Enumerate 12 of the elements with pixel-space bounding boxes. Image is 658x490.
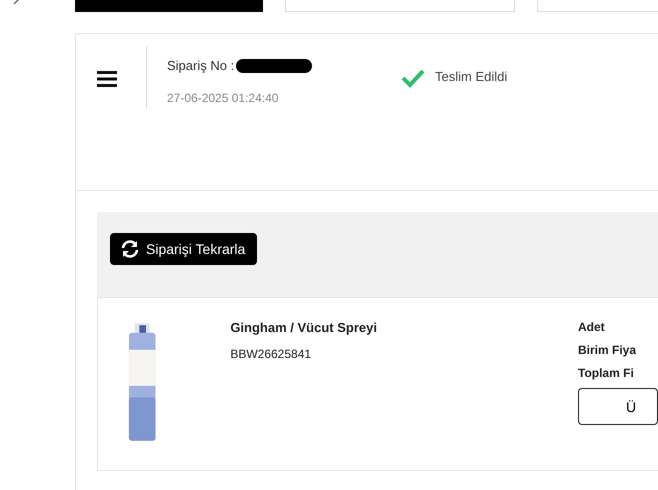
detail-label: Toplam Fi xyxy=(578,366,635,380)
menu-icon[interactable] xyxy=(97,71,117,87)
order-status: Teslim Edildi xyxy=(435,68,508,84)
order-date: 27-06-2025 01:24:40 xyxy=(167,91,280,105)
product-button[interactable]: Ü xyxy=(578,388,658,425)
product-name: Gingham / Vücut Spreyi xyxy=(230,320,378,335)
detail-label: Adet xyxy=(578,320,606,334)
reorder-button[interactable]: Siparişi Tekrarla xyxy=(110,233,258,265)
refresh-icon xyxy=(120,239,140,259)
order-number-label: Sipariş No : xyxy=(167,58,234,73)
product-sku: BBW26625841 xyxy=(230,347,312,361)
detail-label: Birim Fiya xyxy=(578,343,638,357)
